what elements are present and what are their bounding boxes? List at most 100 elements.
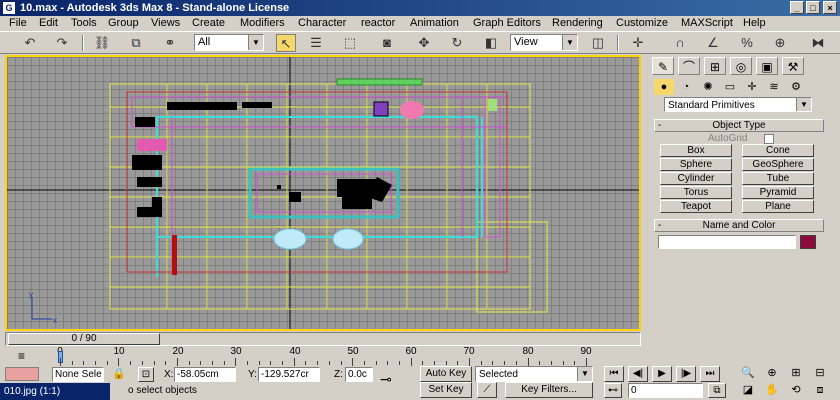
menu-rendering[interactable]: Rendering (552, 16, 603, 31)
track-bar[interactable]: 0 10 20 30 40 50 60 70 80 90 ≡ (0, 347, 640, 367)
snap-icon[interactable]: ∩ (670, 34, 690, 52)
key-filters-button[interactable]: Key Filters... (505, 382, 593, 398)
default-in-out-tangent-icon[interactable]: ⟋ (477, 382, 497, 398)
systems-icon[interactable]: ⚙ (786, 79, 806, 95)
top-viewport[interactable]: y x (5, 55, 641, 331)
time-configuration-icon[interactable]: ⧉ (708, 383, 726, 398)
previous-frame-icon[interactable]: ◀| (628, 366, 648, 382)
geometry-icon[interactable]: ● (654, 79, 674, 95)
lock-icon[interactable]: 🔒 (112, 367, 126, 380)
current-frame-field[interactable]: 0 (628, 383, 703, 398)
plane-button[interactable]: Plane (742, 200, 814, 213)
select-object-icon[interactable]: ↖ (276, 34, 296, 52)
use-pivot-icon[interactable]: ◫ (588, 34, 608, 52)
menu-group[interactable]: Group (108, 16, 139, 31)
motion-tab-icon[interactable]: ◎ (730, 57, 752, 75)
mini-curve-editor-icon[interactable]: ≡ (18, 349, 25, 363)
menu-edit[interactable]: Edit (39, 16, 58, 31)
teapot-button[interactable]: Teapot (660, 200, 732, 213)
mirror-icon[interactable]: ⧓ (808, 34, 828, 52)
hierarchy-tab-icon[interactable]: ⊞ (704, 57, 726, 75)
helpers-icon[interactable]: ✛ (742, 79, 762, 95)
menu-reactor[interactable]: reactor (361, 16, 395, 31)
zoom-all-icon[interactable]: ⊕ (762, 365, 782, 381)
window-crossing-icon[interactable]: ◙ (377, 34, 397, 52)
taskbar-window[interactable]: 010.jpg (1:1) (0, 383, 110, 400)
menu-tools[interactable]: Tools (71, 16, 97, 31)
pan-icon[interactable]: ✋ (762, 382, 782, 398)
cone-button[interactable]: Cone (742, 144, 814, 157)
next-frame-icon[interactable]: |▶ (676, 366, 696, 382)
menu-views[interactable]: Views (151, 16, 180, 31)
menu-modifiers[interactable]: Modifiers (240, 16, 285, 31)
select-by-name-icon[interactable]: ☰ (306, 34, 326, 52)
pyramid-button[interactable]: Pyramid (742, 186, 814, 199)
tube-button[interactable]: Tube (742, 172, 814, 185)
spinner-snap-icon[interactable]: ⊕ (770, 34, 790, 52)
go-to-start-icon[interactable]: ⏮ (604, 366, 624, 382)
menu-maxscript[interactable]: MAXScript (681, 16, 733, 31)
primitive-category-dropdown[interactable]: Standard Primitives ▼ (664, 97, 812, 112)
object-name-field[interactable] (658, 235, 796, 249)
absolute-mode-icon[interactable]: ⊡ (138, 367, 154, 382)
menu-customize[interactable]: Customize (616, 16, 668, 31)
autogrid-checkbox[interactable] (764, 134, 774, 144)
menu-character[interactable]: Character (298, 16, 346, 31)
sphere-button[interactable]: Sphere (660, 158, 732, 171)
key-mode-dropdown[interactable]: Selected ▼ (475, 366, 593, 382)
time-slider-thumb[interactable]: 0 / 90 (8, 333, 160, 345)
angle-snap-icon[interactable]: ∠ (703, 34, 723, 52)
modify-tab-icon[interactable]: ⌒ (678, 57, 700, 75)
menu-graph-editors[interactable]: Graph Editors (473, 16, 541, 31)
cameras-icon[interactable]: ▭ (720, 79, 740, 95)
unlink-icon[interactable]: ⧉ (126, 34, 146, 52)
auto-key-button[interactable]: Auto Key (420, 366, 472, 382)
menu-animation[interactable]: Animation (410, 16, 459, 31)
undo-icon[interactable]: ↶ (20, 34, 40, 52)
maxscript-listener[interactable] (5, 367, 39, 381)
box-button[interactable]: Box (660, 144, 732, 157)
menu-create[interactable]: Create (192, 16, 225, 31)
app-icon[interactable]: G (3, 2, 15, 14)
selection-filter-dropdown[interactable]: All ▼ (194, 34, 264, 51)
create-tab-icon[interactable]: ✎ (652, 57, 674, 75)
menu-file[interactable]: File (9, 16, 27, 31)
go-to-end-icon[interactable]: ⏭ (700, 366, 720, 382)
zoom-extents-icon[interactable]: ⊞ (786, 365, 806, 381)
x-coordinate-field[interactable]: -58.05cm (174, 367, 236, 382)
key-icon[interactable]: ⊸ (380, 371, 392, 388)
menu-help[interactable]: Help (743, 16, 766, 31)
geosphere-button[interactable]: GeoSphere (742, 158, 814, 171)
zoom-icon[interactable]: 🔍 (738, 365, 758, 381)
select-manipulate-icon[interactable]: ✛ (628, 34, 648, 52)
y-coordinate-field[interactable]: -129.527cr (258, 367, 320, 382)
move-icon[interactable]: ✥ (414, 34, 434, 52)
name-and-color-rollout[interactable]: - Name and Color (654, 219, 824, 232)
cylinder-button[interactable]: Cylinder (660, 172, 732, 185)
display-tab-icon[interactable]: ▣ (756, 57, 778, 75)
minimize-button[interactable]: _ (790, 1, 804, 14)
set-key-button[interactable]: Set Key (420, 382, 472, 398)
percent-snap-icon[interactable]: % (737, 34, 757, 52)
rectangle-region-icon[interactable]: ⬚ (340, 34, 360, 52)
shapes-icon[interactable]: ◔ (676, 79, 696, 95)
arc-rotate-icon[interactable]: ⟲ (786, 382, 806, 398)
maximize-viewport-icon[interactable]: ⧈ (810, 382, 830, 398)
space-warps-icon[interactable]: ≋ (764, 79, 784, 95)
link-icon[interactable]: ⛓ (92, 34, 112, 52)
object-type-rollout[interactable]: - Object Type (654, 119, 824, 132)
maximize-button[interactable]: □ (806, 1, 820, 14)
utilities-tab-icon[interactable]: ⚒ (782, 57, 804, 75)
play-icon[interactable]: ▶ (652, 366, 672, 382)
rotate-icon[interactable]: ↻ (447, 34, 467, 52)
close-button[interactable]: × (823, 1, 837, 14)
redo-icon[interactable]: ↷ (52, 34, 72, 52)
bind-space-warp-icon[interactable]: ⚭ (160, 34, 180, 52)
object-color-swatch[interactable] (800, 235, 816, 249)
field-of-view-icon[interactable]: ◪ (738, 382, 758, 398)
z-coordinate-field[interactable]: 0.0c (345, 367, 373, 382)
torus-button[interactable]: Torus (660, 186, 732, 199)
time-slider[interactable]: 0 / 90 (5, 332, 641, 346)
key-mode-toggle-icon[interactable]: ⊷ (604, 383, 622, 398)
reference-coord-dropdown[interactable]: View ▼ (510, 34, 578, 51)
